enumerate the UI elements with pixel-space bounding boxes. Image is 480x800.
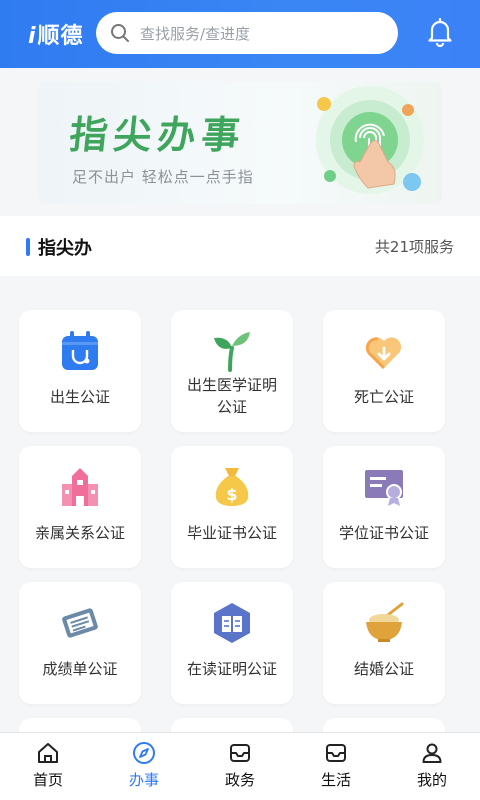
service-card-partial-1[interactable] [19, 718, 141, 732]
fingerprint-illustration-icon [316, 86, 424, 194]
tab-government[interactable]: 政务 [192, 733, 288, 800]
service-card-marriage[interactable]: 结婚公证 [323, 582, 445, 704]
service-card-kinship[interactable]: 亲属关系公证 [19, 446, 141, 568]
service-card-transcript[interactable]: 成绩单公证 [19, 582, 141, 704]
logo-prefix: i [28, 24, 37, 49]
book-hexagon-icon [214, 603, 250, 643]
service-card-partial-3[interactable] [323, 718, 445, 732]
service-label: 学位证书公证 [338, 524, 429, 542]
inbox-icon [326, 744, 346, 762]
search-placeholder: 查找服务/查进度 [140, 24, 251, 43]
tab-label: 生活 [320, 771, 351, 789]
home-icon [38, 743, 58, 763]
ticket-icon [62, 608, 98, 638]
service-card-birth[interactable]: 出生公证 [19, 310, 141, 432]
service-label: 结婚公证 [353, 660, 414, 678]
tab-services[interactable]: 办事 [96, 733, 192, 800]
tab-label: 首页 [32, 771, 63, 789]
certificate-icon [365, 470, 403, 506]
inbox-icon [230, 744, 250, 762]
banner[interactable]: 指尖办事 足不出户 轻松点一点手指 [38, 82, 442, 204]
service-count: 共21项服务 [374, 238, 454, 256]
service-card-partial-2[interactable] [171, 718, 293, 732]
service-label: 成绩单公证 [42, 660, 118, 678]
tab-label: 办事 [128, 771, 159, 789]
tab-label: 我的 [416, 771, 447, 789]
search-input[interactable]: 查找服务/查进度 [96, 12, 398, 54]
money-bag-icon: $ [215, 468, 249, 506]
section-header: 指尖办 共21项服务 [0, 216, 480, 276]
service-label: 在读证明公证 [186, 660, 277, 678]
heart-down-icon [365, 337, 402, 370]
calendar-stethoscope-icon [62, 331, 98, 370]
compass-icon [133, 742, 155, 764]
service-card-death[interactable]: 死亡公证 [323, 310, 445, 432]
user-icon [422, 743, 442, 763]
tab-label: 政务 [224, 771, 255, 789]
svg-text:$: $ [226, 485, 237, 504]
service-label: 毕业证书公证 [186, 524, 277, 542]
tab-profile[interactable]: 我的 [384, 733, 480, 800]
service-card-degree[interactable]: 学位证书公证 [323, 446, 445, 568]
service-label: 出生公证 [49, 388, 110, 406]
bell-icon[interactable] [426, 17, 454, 47]
top-header: i顺德 查找服务/查进度 [0, 0, 480, 68]
tab-home[interactable]: 首页 [0, 733, 96, 800]
service-card-enrollment[interactable]: 在读证明公证 [171, 582, 293, 704]
service-label: 出生医学证明 公证 [186, 376, 277, 416]
banner-subtitle: 足不出户 轻松点一点手指 [72, 168, 254, 186]
app-logo[interactable]: i顺德 [28, 18, 84, 50]
tab-life[interactable]: 生活 [288, 733, 384, 800]
banner-area: 指尖办事 足不出户 轻松点一点手指 [0, 68, 480, 216]
service-card-birth-medical[interactable]: 出生医学证明 公证 [171, 310, 293, 432]
banner-title: 指尖办事 [67, 113, 248, 157]
section-title: 指尖办 [38, 238, 92, 259]
service-grid: 出生公证 出生医学证明 公证 死亡公证 亲属关系公证 $ 毕业证书公证 学位证书公… [0, 276, 480, 732]
service-label: 亲属关系公证 [34, 524, 125, 542]
service-card-diploma[interactable]: $ 毕业证书公证 [171, 446, 293, 568]
sprout-icon [214, 332, 250, 372]
bowl-icon [366, 602, 404, 642]
section-accent-bar [26, 238, 30, 256]
logo-text: 顺德 [37, 24, 84, 49]
search-icon [111, 24, 129, 42]
bottom-tab-bar: 首页 办事 政务 生活 我的 [0, 732, 480, 800]
service-label: 死亡公证 [353, 388, 414, 406]
building-icon [62, 468, 98, 506]
